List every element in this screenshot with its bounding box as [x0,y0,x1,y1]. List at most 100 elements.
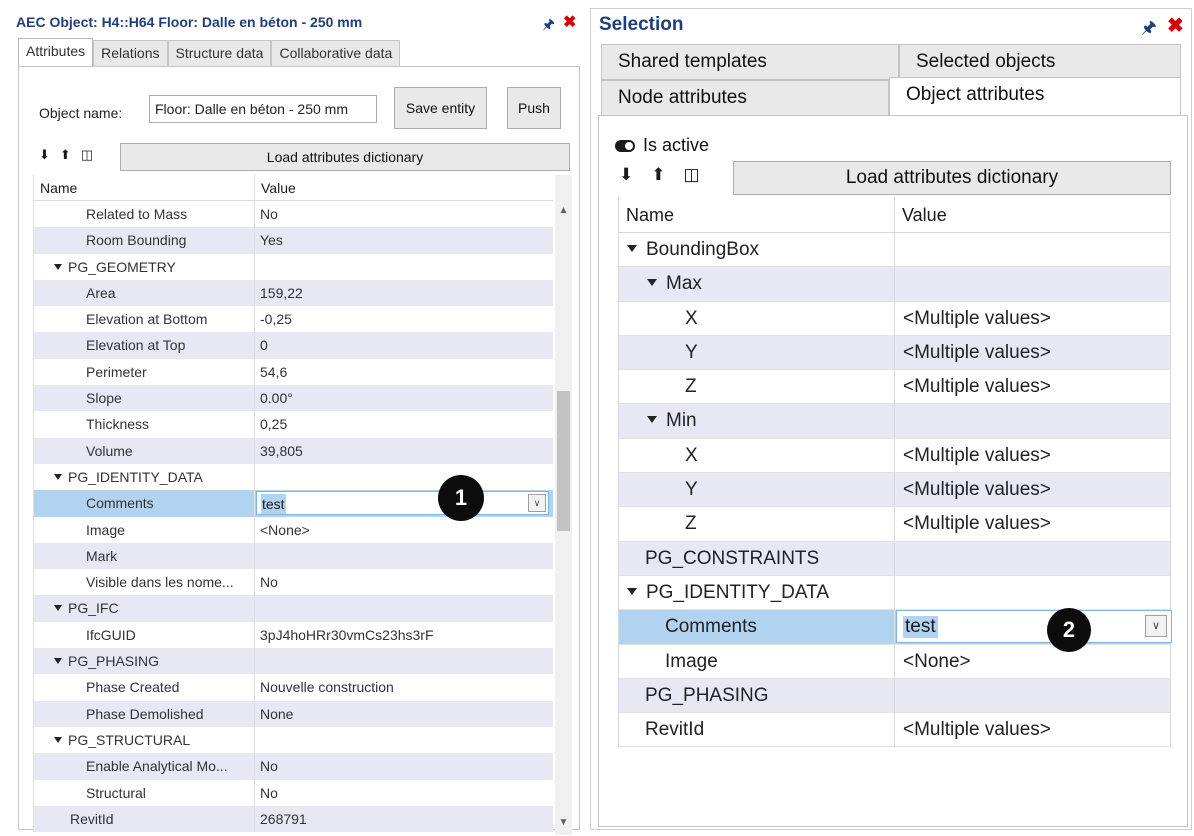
table-row[interactable]: PG_PHASING [619,678,1170,714]
table-row[interactable]: Z <Multiple values> [619,370,1170,405]
table-row[interactable]: Mark [34,542,553,570]
table-row[interactable]: Image <None> [619,644,1170,679]
object-name-field[interactable]: Floor: Dalle en béton - 250 mm [149,95,377,123]
tab-collaborative-data[interactable]: Collaborative data [271,40,401,66]
column-header-name[interactable]: Name [619,197,895,232]
comments-value-text[interactable]: test [261,494,286,515]
expand-all-icon[interactable]: ⬇︎ [619,165,633,185]
collapse-arrow-icon[interactable] [647,279,657,287]
table-row[interactable]: Phase Demolished None [34,700,553,727]
comments-value-text[interactable]: test [903,616,938,639]
collapse-arrow-icon[interactable] [54,658,62,665]
collapse-arrow-icon[interactable] [627,587,637,595]
scroll-up-icon[interactable]: ▲ [555,205,572,216]
tab-selected-objects[interactable]: Selected objects [899,44,1181,80]
table-row[interactable]: BoundingBox [619,233,1170,268]
collapse-arrow-icon[interactable] [627,245,637,252]
table-row[interactable]: Phase Created Nouvelle construction [34,674,553,701]
property-value[interactable]: <Multiple values> [895,473,1170,506]
table-row[interactable]: PG_IFC [34,595,553,622]
tab-shared-templates[interactable]: Shared templates [601,44,899,80]
collapse-arrow-icon[interactable] [54,736,62,743]
table-row[interactable]: Related to Mass No [34,201,553,228]
toggle-icon[interactable] [615,139,635,152]
chevron-down-icon[interactable]: ∨ [1145,615,1167,638]
save-entity-button[interactable]: Save entity [394,87,487,129]
table-row[interactable]: Min [619,404,1170,439]
property-value[interactable]: -0,25 [255,306,553,332]
table-row[interactable]: Visible dans les nome... No [34,569,553,596]
table-row[interactable]: PG_GEOMETRY [34,253,553,280]
collapse-arrow-icon[interactable] [54,473,62,480]
close-icon[interactable]: ✖ [563,12,576,32]
property-value[interactable]: <None> [255,517,553,543]
table-row[interactable]: Slope 0.00° [34,385,553,412]
property-value[interactable]: No [255,753,553,779]
collapse-all-icon[interactable]: ⬆︎ [651,165,665,185]
table-row[interactable]: PG_CONSTRAINTS [619,541,1170,576]
vertical-scrollbar[interactable]: ▲ ▼ [555,175,572,835]
collapse-arrow-icon[interactable] [54,605,62,612]
collapse-arrow-icon[interactable] [647,416,657,424]
property-value[interactable]: Nouvelle construction [255,674,553,700]
property-value[interactable]: 54,6 [255,359,553,385]
property-value[interactable]: <Multiple values> [895,336,1170,369]
property-value[interactable]: <None> [895,645,1170,678]
table-row[interactable]: PG_IDENTITY_DATA [619,575,1170,611]
table-row[interactable]: Thickness 0,25 [34,411,553,438]
table-row[interactable]: RevitId 268791 [34,805,553,833]
push-button[interactable]: Push [507,87,561,129]
expand-all-icon[interactable]: ⬇︎ [39,147,50,163]
scroll-down-icon[interactable]: ▼ [555,817,572,828]
column-header-value[interactable]: Value [895,197,947,232]
tab-attributes[interactable]: Attributes [18,38,94,68]
property-value[interactable]: None [255,701,553,727]
collapse-all-icon[interactable]: ⬆︎ [60,147,71,163]
table-row[interactable]: RevitId <Multiple values> [619,713,1170,748]
columns-icon[interactable]: ◫ [684,165,700,185]
table-row[interactable]: Image <None> [34,516,553,543]
property-value[interactable]: 0.00° [255,385,553,411]
property-value[interactable]: No [255,569,553,595]
table-row[interactable]: Volume 39,805 [34,437,553,464]
table-row[interactable]: Perimeter 54,6 [34,358,553,386]
column-header-value[interactable]: Value [255,175,296,200]
property-value[interactable]: 0 [255,332,553,358]
pin-icon[interactable]: 🖈 [542,14,555,38]
tab-object-attributes[interactable]: Object attributes [889,77,1181,117]
table-row[interactable]: Elevation at Bottom -0,25 [34,306,553,333]
property-value[interactable]: <Multiple values> [895,713,1170,746]
property-value[interactable]: 268791 [255,806,553,832]
table-row[interactable]: Enable Analytical Mo... No [34,753,553,780]
property-value[interactable]: Yes [255,227,553,253]
property-value[interactable]: <Multiple values> [895,507,1170,540]
property-value[interactable]: 39,805 [255,438,553,464]
property-value[interactable]: <Multiple values> [895,302,1170,335]
table-row[interactable]: Max [619,267,1170,302]
tab-node-attributes[interactable]: Node attributes [601,80,889,116]
columns-icon[interactable]: ◫ [81,147,93,163]
table-row[interactable]: Y <Multiple values> [619,473,1170,508]
property-value[interactable]: No [255,780,553,806]
load-attributes-dictionary-button[interactable]: Load attributes dictionary [733,161,1171,195]
property-value[interactable] [255,543,553,569]
tab-relations[interactable]: Relations [93,40,168,66]
tab-structure-data[interactable]: Structure data [167,40,272,66]
table-row[interactable]: PG_PHASING [34,648,553,675]
table-row[interactable]: PG_STRUCTURAL [34,726,553,754]
property-value[interactable]: No [255,201,553,227]
close-icon[interactable]: ✖ [1167,13,1184,38]
property-value[interactable]: 159,22 [255,280,553,306]
table-row[interactable]: Y <Multiple values> [619,335,1170,371]
collapse-arrow-icon[interactable] [54,263,62,270]
property-value[interactable]: 3pJ4hoHRr30vmCs23hs3rF [255,622,553,648]
table-row[interactable]: X <Multiple values> [619,438,1170,474]
table-row[interactable]: Area 159,22 [34,279,553,307]
table-row[interactable]: Elevation at Top 0 [34,332,553,359]
table-row[interactable]: Room Bounding Yes [34,227,553,254]
pin-icon[interactable]: 🖈 [1141,15,1157,44]
is-active-toggle[interactable]: Is active [615,135,709,156]
table-row[interactable]: X <Multiple values> [619,301,1170,336]
chevron-down-icon[interactable]: ∨ [528,494,546,513]
load-attributes-dictionary-button[interactable]: Load attributes dictionary [120,143,570,171]
